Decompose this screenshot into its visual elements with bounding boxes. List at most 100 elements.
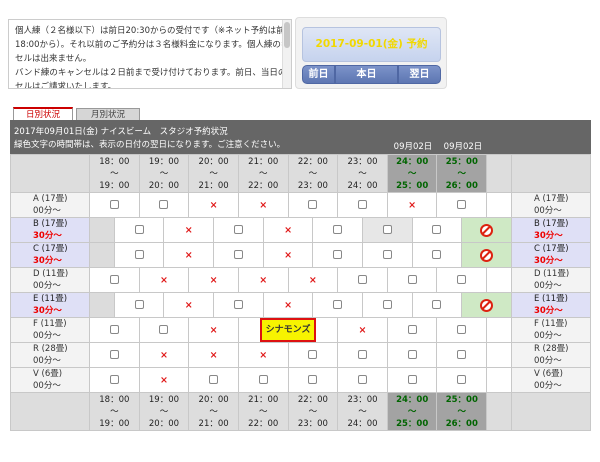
today-button[interactable]: 本日 — [335, 65, 398, 84]
slot-cell[interactable] — [89, 267, 140, 293]
slot-cell[interactable] — [287, 342, 339, 368]
available-checkbox[interactable] — [432, 300, 442, 309]
available-checkbox[interactable] — [233, 250, 243, 259]
slot-cell[interactable] — [411, 242, 463, 268]
slot-cell[interactable] — [312, 242, 364, 268]
available-checkbox[interactable] — [382, 250, 392, 259]
available-checkbox[interactable] — [358, 200, 368, 209]
next-day-button[interactable]: 翌日 — [398, 65, 441, 84]
available-checkbox[interactable] — [457, 275, 467, 284]
available-checkbox[interactable] — [457, 350, 467, 359]
slot-cell[interactable] — [89, 192, 140, 218]
slot-cell[interactable] — [213, 242, 264, 268]
available-checkbox[interactable] — [159, 325, 169, 334]
slot-cell[interactable] — [436, 267, 488, 293]
slot-cell[interactable] — [312, 217, 364, 243]
available-checkbox[interactable] — [457, 200, 467, 209]
slot-cell[interactable] — [362, 292, 413, 318]
slot-cell[interactable] — [237, 367, 289, 393]
tab-daily-status[interactable]: 日別状況 — [13, 107, 73, 121]
available-checkbox[interactable] — [333, 300, 343, 309]
slot-cell[interactable] — [113, 242, 165, 268]
available-checkbox[interactable] — [159, 200, 169, 209]
slot-cell: × — [163, 242, 215, 268]
room-start-offset: 00分〜 — [533, 356, 562, 366]
time-end: 21：00 — [198, 418, 229, 429]
time-sep: 〜 — [308, 168, 318, 179]
available-checkbox[interactable] — [134, 250, 144, 259]
slot-cell[interactable] — [213, 217, 264, 243]
available-checkbox[interactable] — [358, 275, 368, 284]
time-sep: 〜 — [407, 168, 417, 179]
available-checkbox[interactable] — [382, 225, 392, 234]
available-checkbox[interactable] — [109, 375, 119, 384]
slot-cell[interactable] — [337, 342, 388, 368]
slot-cell[interactable] — [436, 317, 488, 343]
available-checkbox[interactable] — [233, 225, 243, 234]
current-date-button[interactable]: 2017-09-01(金) 予約 — [302, 27, 441, 62]
notice-scroll-thumb[interactable] — [284, 22, 290, 48]
room-label: A (17畳) 00分〜 — [510, 192, 592, 218]
available-checkbox[interactable] — [333, 225, 343, 234]
booking-label[interactable]: シナモンズ — [259, 318, 317, 342]
prev-day-button[interactable]: 前日 — [302, 65, 335, 84]
booking-cell[interactable]: シナモンズ — [237, 317, 339, 343]
slot-cell[interactable] — [188, 367, 239, 393]
available-checkbox[interactable] — [457, 375, 467, 384]
available-checkbox[interactable] — [134, 300, 144, 309]
room-label: B (17畳) 30分〜 — [10, 217, 90, 243]
slot-cell[interactable] — [411, 292, 463, 318]
slot-cell[interactable] — [337, 367, 388, 393]
available-checkbox[interactable] — [358, 350, 368, 359]
slot-cell[interactable] — [436, 192, 488, 218]
available-checkbox[interactable] — [407, 325, 417, 334]
available-checkbox[interactable] — [358, 375, 368, 384]
available-checkbox[interactable] — [233, 300, 243, 309]
slot-cell[interactable] — [89, 317, 140, 343]
slot-cell[interactable] — [386, 317, 438, 343]
reserved-x-icon: × — [159, 374, 168, 386]
slot-cell[interactable] — [436, 367, 488, 393]
slot-cell[interactable] — [89, 367, 140, 393]
available-checkbox[interactable] — [432, 250, 442, 259]
slot-cell[interactable] — [287, 367, 339, 393]
available-checkbox[interactable] — [407, 275, 417, 284]
available-checkbox[interactable] — [308, 350, 318, 359]
available-checkbox[interactable] — [407, 350, 417, 359]
available-checkbox[interactable] — [109, 325, 119, 334]
available-checkbox[interactable] — [308, 200, 318, 209]
room-label: F (11畳) 00分〜 — [510, 317, 592, 343]
slot-cell[interactable] — [337, 267, 388, 293]
available-checkbox[interactable] — [258, 375, 268, 384]
time-slot-header: 23：00 〜 24：00 — [337, 392, 388, 431]
slot-cell[interactable] — [386, 342, 438, 368]
slot-cell[interactable] — [362, 242, 413, 268]
available-checkbox[interactable] — [109, 275, 119, 284]
slot-cell[interactable] — [337, 192, 388, 218]
available-checkbox[interactable] — [308, 375, 318, 384]
available-checkbox[interactable] — [109, 350, 119, 359]
notice-line: セルは出来ません。 — [15, 54, 92, 64]
available-checkbox[interactable] — [209, 375, 219, 384]
slot-cell[interactable] — [386, 367, 438, 393]
available-checkbox[interactable] — [134, 225, 144, 234]
slot-cell[interactable] — [411, 217, 463, 243]
room-name: V (6畳) — [33, 369, 63, 379]
slot-cell[interactable] — [138, 192, 190, 218]
slot-cell[interactable] — [138, 317, 190, 343]
slot-cell[interactable] — [113, 292, 165, 318]
slot-cell[interactable] — [213, 292, 264, 318]
slot-cell[interactable] — [113, 217, 165, 243]
slot-cell[interactable] — [312, 292, 364, 318]
slot-cell[interactable] — [436, 342, 488, 368]
available-checkbox[interactable] — [457, 325, 467, 334]
slot-cell[interactable] — [287, 192, 339, 218]
notice-scrollbar[interactable] — [282, 20, 291, 88]
available-checkbox[interactable] — [407, 375, 417, 384]
slot-cell[interactable] — [386, 267, 438, 293]
available-checkbox[interactable] — [382, 300, 392, 309]
slot-cell[interactable] — [89, 342, 140, 368]
available-checkbox[interactable] — [109, 200, 119, 209]
available-checkbox[interactable] — [333, 250, 343, 259]
available-checkbox[interactable] — [432, 225, 442, 234]
